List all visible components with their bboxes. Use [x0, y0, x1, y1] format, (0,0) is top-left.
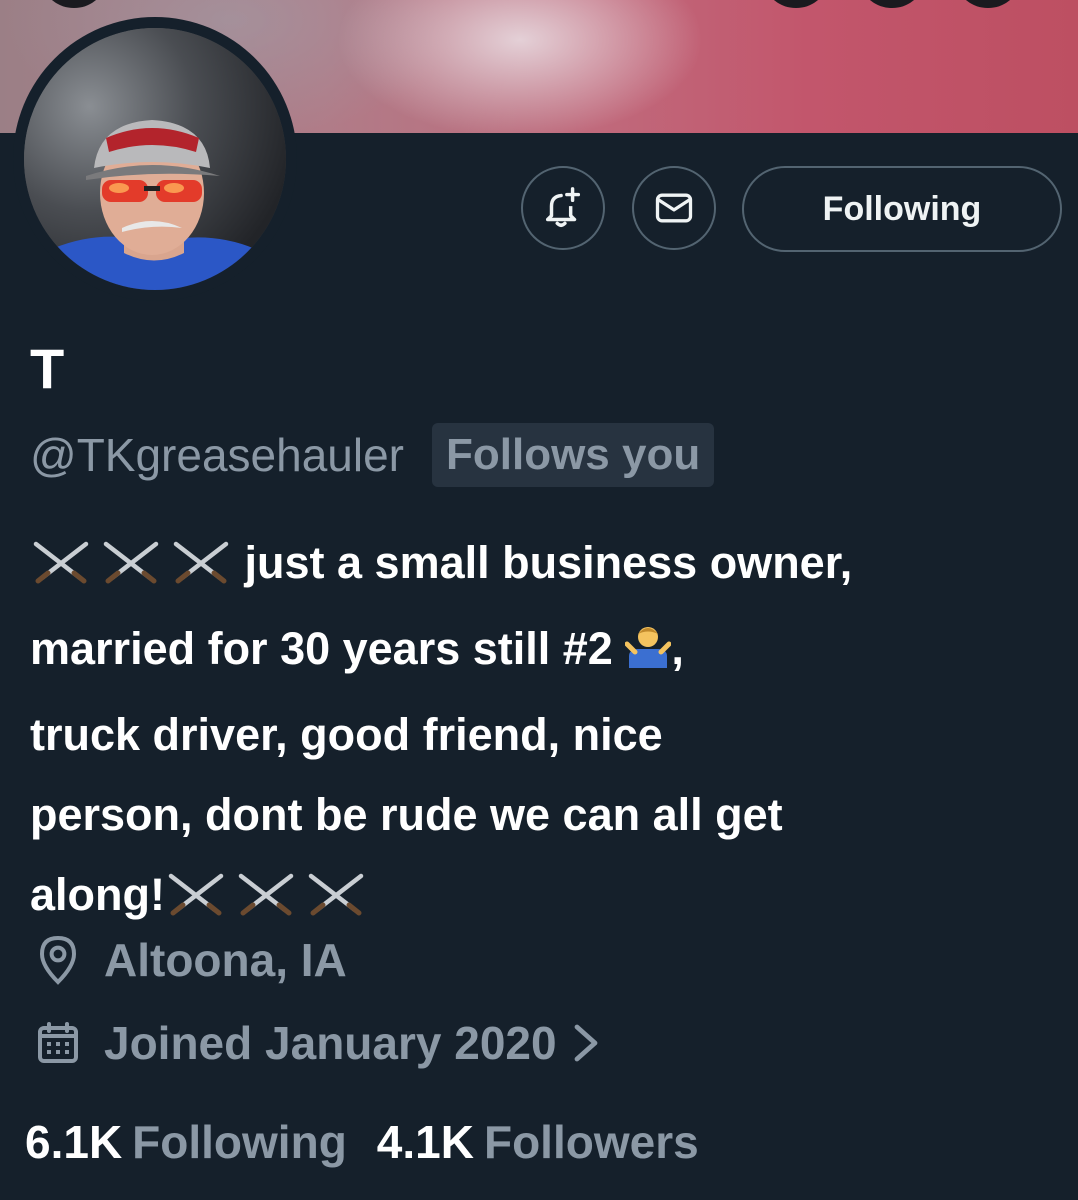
followers-label: Followers	[483, 1116, 699, 1168]
envelope-icon	[655, 193, 693, 223]
bio-text: along!	[30, 869, 165, 920]
follows-you-badge: Follows you	[432, 423, 715, 487]
following-button[interactable]: Following	[742, 166, 1062, 252]
crossed-swords-emoji	[30, 529, 92, 609]
location-row: Altoona, IA	[30, 932, 347, 988]
handle: @TKgreasehauler	[30, 429, 404, 481]
notify-button[interactable]	[521, 166, 605, 250]
banner-dark-shape	[766, 0, 826, 8]
joined-row[interactable]: Joined January 2020	[30, 1015, 601, 1071]
crossed-swords-emoji	[305, 861, 367, 941]
follow-stats: 6.1K Following 4.1K Followers	[25, 1115, 699, 1169]
joined-text: Joined January 2020	[104, 1017, 557, 1069]
bio-line: person, dont be rude we can all get	[30, 789, 783, 840]
location-text: Altoona, IA	[104, 934, 347, 986]
map-pin-icon	[30, 932, 86, 988]
avatar[interactable]	[24, 28, 286, 290]
crossed-swords-emoji	[170, 529, 232, 609]
bio-text: married for 30 years still #2	[30, 623, 613, 674]
following-stat[interactable]: 6.1K Following	[25, 1115, 347, 1169]
followers-stat[interactable]: 4.1K Followers	[377, 1115, 699, 1169]
banner-dark-shape	[44, 0, 104, 8]
message-button[interactable]	[632, 166, 716, 250]
crossed-swords-emoji	[165, 861, 227, 941]
crossed-swords-emoji	[235, 861, 297, 941]
following-count: 6.1K	[25, 1116, 123, 1168]
followers-count: 4.1K	[376, 1116, 474, 1168]
bio: just a small business owner, married for…	[30, 523, 1060, 941]
following-label: Following	[132, 1116, 347, 1168]
crossed-swords-emoji	[100, 529, 162, 609]
display-name: T	[30, 337, 65, 400]
avatar-photo	[24, 28, 286, 290]
bell-plus-icon	[545, 187, 581, 227]
man-shrugging-emoji	[624, 615, 672, 695]
banner-dark-shape	[958, 0, 1018, 8]
bio-text: just a small business owner,	[244, 537, 853, 588]
bio-text: ,	[671, 623, 684, 674]
banner-dark-shape	[862, 0, 922, 8]
chevron-right-icon	[571, 1021, 601, 1065]
bio-line: truck driver, good friend, nice	[30, 709, 663, 760]
handle-row: @TKgreasehauler Follows you	[30, 420, 715, 490]
calendar-icon	[30, 1015, 86, 1071]
bio-line: married for 30 years still #2 ,	[30, 609, 1060, 695]
bio-line: along!	[30, 855, 1060, 941]
bio-line: just a small business owner,	[30, 523, 1060, 609]
